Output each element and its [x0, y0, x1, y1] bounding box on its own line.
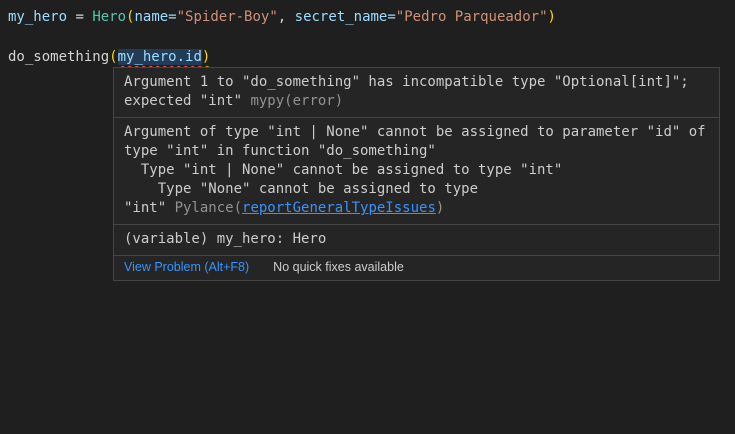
- token-class-hero: Hero: [92, 9, 126, 25]
- token-kwarg-name: name=: [134, 9, 176, 25]
- token-assign-operator: =: [67, 9, 92, 25]
- variable-info-section: (variable) my_hero: Hero: [114, 225, 719, 255]
- token-function-do-something: do_something: [8, 49, 109, 65]
- code-line-3[interactable]: do_something(my_hero.id): [8, 47, 735, 67]
- pylance-line-3: Type "int | None" cannot be assigned to …: [124, 161, 709, 180]
- token-comma: ,: [278, 9, 295, 25]
- token-variable-my-hero: my_hero: [8, 9, 67, 25]
- hover-status-bar: View Problem (Alt+F8) No quick fixes ava…: [114, 256, 719, 280]
- mypy-error-message: expected "int": [124, 93, 250, 109]
- variable-type-info: (variable) my_hero: Hero: [124, 230, 709, 249]
- mypy-error-line-1: Argument 1 to "do_something" has incompa…: [124, 73, 709, 92]
- mypy-error-section: Argument 1 to "do_something" has incompa…: [114, 68, 719, 117]
- pylance-error-section: Argument of type "int | None" cannot be …: [114, 118, 719, 224]
- token-close-paren: ): [548, 9, 556, 25]
- code-line-2-blank[interactable]: [8, 27, 735, 47]
- quick-fix-status-text: No quick fixes available: [273, 260, 404, 275]
- pylance-source-suffix: ): [436, 200, 444, 216]
- pylance-message-end: "int": [124, 200, 175, 216]
- mypy-error-line-2: expected "int" mypy(error): [124, 92, 709, 111]
- pylance-line-2: type "int" in function "do_something": [124, 142, 709, 161]
- token-error-argument-my-hero-id[interactable]: my_hero.id: [118, 49, 202, 65]
- token-string-spider-boy: "Spider-Boy": [177, 9, 278, 25]
- pylance-rule-link[interactable]: reportGeneralTypeIssues: [242, 200, 436, 216]
- pylance-source-prefix: Pylance(: [175, 200, 242, 216]
- code-line-1[interactable]: my_hero = Hero(name="Spider-Boy", secret…: [8, 7, 735, 27]
- mypy-error-source: mypy(error): [250, 93, 343, 109]
- hover-diagnostics-tooltip: Argument 1 to "do_something" has incompa…: [113, 67, 720, 281]
- pylance-line-5: "int" Pylance(reportGeneralTypeIssues): [124, 199, 709, 218]
- pylance-line-4: Type "None" cannot be assigned to type: [124, 180, 709, 199]
- token-string-pedro: "Pedro Parqueador": [396, 9, 548, 25]
- view-problem-link[interactable]: View Problem (Alt+F8): [124, 260, 249, 275]
- code-editor[interactable]: my_hero = Hero ( name="Spider-Boy", secret…: [0, 0, 735, 67]
- token-open-paren-2: (: [109, 49, 117, 65]
- pylance-line-1: Argument of type "int | None" cannot be …: [124, 123, 709, 142]
- token-close-paren-2: ): [202, 49, 210, 65]
- token-kwarg-secret-name: secret_name=: [295, 9, 396, 25]
